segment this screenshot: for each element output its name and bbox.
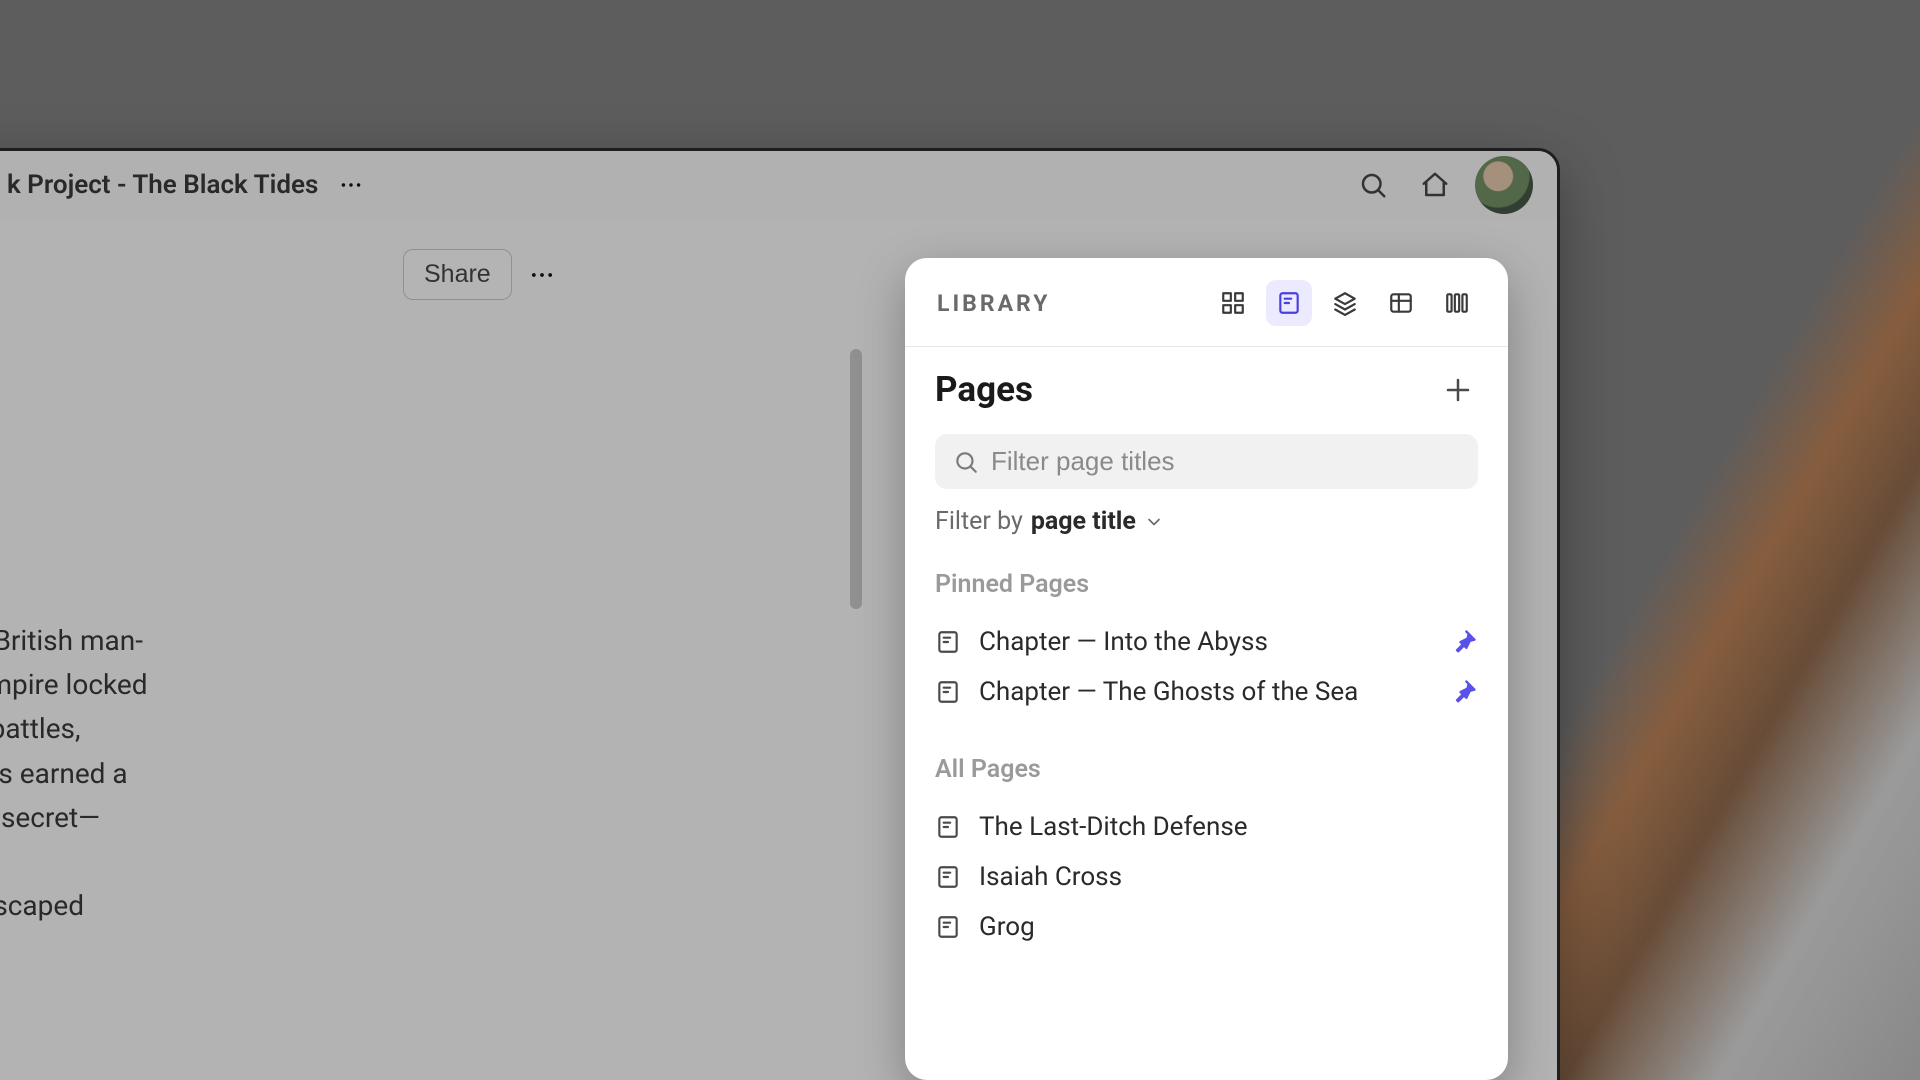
- page-icon: [1276, 290, 1302, 316]
- pin-icon[interactable]: [1450, 628, 1478, 656]
- page-title: Chapter — Into the Abyss: [979, 627, 1432, 657]
- filter-input-wrap[interactable]: [935, 434, 1478, 489]
- pinned-pages-label: Pinned Pages: [935, 570, 1478, 599]
- columns-icon: [1444, 290, 1470, 316]
- project-title: k Project - The Black Tides: [7, 170, 318, 200]
- table-icon: [1388, 290, 1414, 316]
- pinned-page-row[interactable]: Chapter — The Ghosts of the Sea: [935, 667, 1478, 717]
- pinned-page-row[interactable]: Chapter — Into the Abyss: [935, 617, 1478, 667]
- plus-icon: [1443, 375, 1473, 405]
- search-icon: [953, 449, 979, 475]
- view-layers-button[interactable]: [1322, 280, 1368, 326]
- all-pages-label: All Pages: [935, 755, 1478, 784]
- page-row[interactable]: Grog: [935, 902, 1478, 952]
- doc-body-text[interactable]: MS Valiant, a formidable British man- of…: [0, 619, 503, 929]
- page-title: Grog: [979, 912, 1478, 942]
- project-more-button[interactable]: [336, 170, 366, 200]
- view-pages-button[interactable]: [1266, 280, 1312, 326]
- view-grid-button[interactable]: [1210, 280, 1256, 326]
- library-header: LIBRARY: [905, 258, 1508, 347]
- library-panel: LIBRARY Pages Filter by: [905, 258, 1508, 1080]
- page-title: Chapter — The Ghosts of the Sea: [979, 677, 1432, 707]
- pages-heading: Pages: [935, 369, 1033, 410]
- search-button[interactable]: [1351, 163, 1395, 207]
- page-icon: [935, 914, 961, 940]
- ellipsis-icon: [528, 261, 556, 289]
- page-icon: [935, 864, 961, 890]
- page-row[interactable]: The Last-Ditch Defense: [935, 802, 1478, 852]
- library-body[interactable]: Pages Filter by page title Pinned Pages …: [905, 347, 1508, 1080]
- page-title: Isaiah Cross: [979, 862, 1478, 892]
- pages-heading-row: Pages: [935, 369, 1478, 410]
- search-icon: [1358, 170, 1388, 200]
- pin-icon[interactable]: [1450, 678, 1478, 706]
- view-columns-button[interactable]: [1434, 280, 1480, 326]
- doc-toolbar: Share: [403, 249, 560, 300]
- add-page-button[interactable]: [1438, 370, 1478, 410]
- doc-more-button[interactable]: [524, 257, 560, 293]
- page-title: The Last-Ditch Defense: [979, 812, 1478, 842]
- library-header-label: LIBRARY: [937, 290, 1050, 317]
- view-table-button[interactable]: [1378, 280, 1424, 326]
- filter-input[interactable]: [991, 446, 1460, 477]
- page-icon: [935, 629, 961, 655]
- filter-by-dropdown[interactable]: Filter by page title: [935, 507, 1478, 536]
- page-row[interactable]: Isaiah Cross: [935, 852, 1478, 902]
- home-icon: [1420, 170, 1450, 200]
- filter-by-field: page title: [1031, 507, 1136, 536]
- titlebar: k Project - The Black Tides: [0, 151, 1557, 219]
- grid-icon: [1220, 290, 1246, 316]
- chevron-down-icon: [1144, 512, 1164, 532]
- page-icon: [935, 679, 961, 705]
- ellipsis-icon: [338, 172, 364, 198]
- filter-by-prefix: Filter by: [935, 507, 1023, 536]
- avatar[interactable]: [1475, 156, 1533, 214]
- home-button[interactable]: [1413, 163, 1457, 207]
- share-button[interactable]: Share: [403, 249, 512, 300]
- layers-icon: [1332, 290, 1358, 316]
- doc-scrollbar[interactable]: [850, 349, 862, 609]
- page-icon: [935, 814, 961, 840]
